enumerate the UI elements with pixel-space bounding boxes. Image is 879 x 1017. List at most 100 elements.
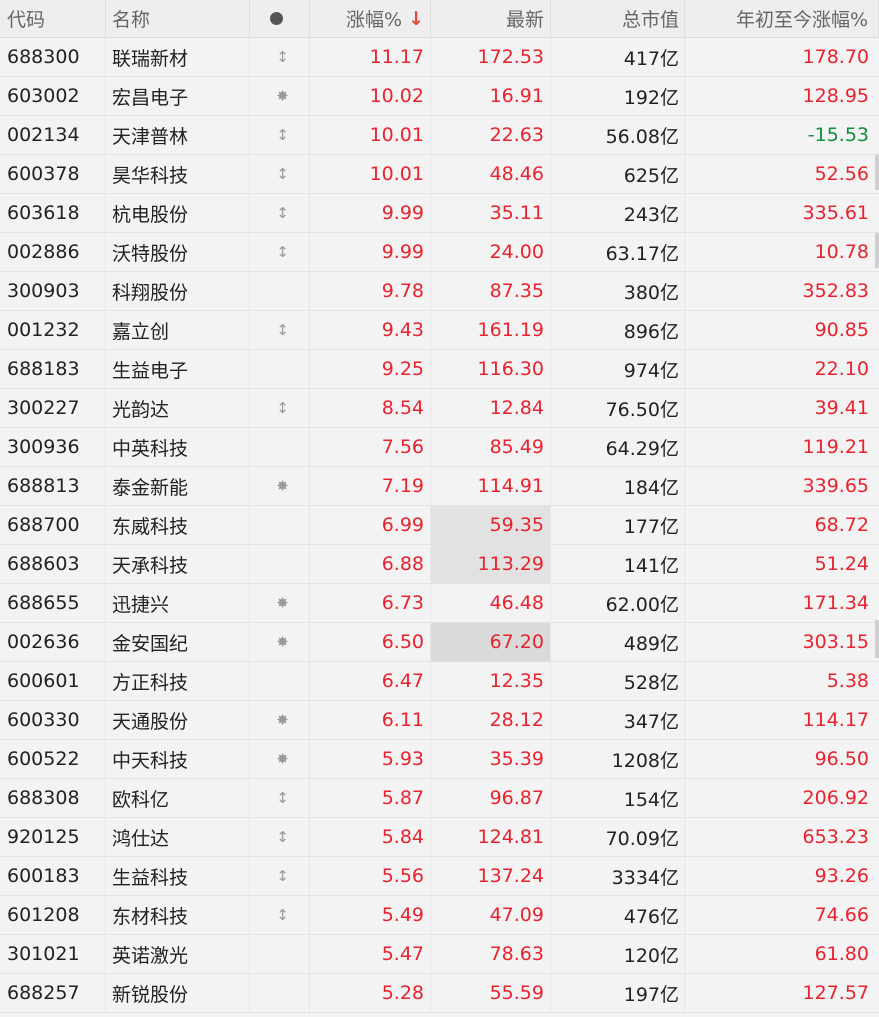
ytd-change: 68.72: [814, 514, 869, 536]
stock-mark-cell: ↕: [250, 311, 310, 349]
table-row[interactable]: 603002 宏昌电子 ✸ 10.02 16.91 192亿 128.95: [0, 77, 879, 116]
stock-name-cell: 中天科技: [106, 740, 250, 778]
change-pct-cell: 9.99: [310, 194, 431, 232]
stock-code: 603618: [7, 202, 80, 224]
stock-code: 688308: [7, 787, 80, 809]
stock-table: 代码 名称 涨幅% ↓ 最新 总市值 年初至今涨幅% 688300 联瑞新材 ↕ 11.…: [0, 0, 879, 1013]
ytd-change: 178.70: [802, 46, 869, 68]
market-cap: 197亿: [623, 983, 679, 1006]
stock-mark-cell: ✸: [250, 623, 310, 661]
table-row[interactable]: 688603 天承科技 6.88 113.29 141亿 51.24: [0, 545, 879, 584]
stock-name: 中英科技: [112, 437, 189, 460]
table-row[interactable]: 600378 昊华科技 ↕ 10.01 48.46 625亿 52.56: [0, 155, 879, 194]
table-row[interactable]: 300903 科翔股份 9.78 87.35 380亿 352.83: [0, 272, 879, 311]
change-pct-cell: 10.01: [310, 155, 431, 193]
stock-name: 中天科技: [112, 749, 189, 772]
updown-mark-icon: ↕: [276, 165, 289, 183]
ytd-change-cell: 39.41: [685, 389, 879, 427]
table-row[interactable]: 002134 天津普林 ↕ 10.01 22.63 56.08亿 -15.53: [0, 116, 879, 155]
table-row[interactable]: 688183 生益电子 9.25 116.30 974亿 22.10: [0, 350, 879, 389]
stock-name: 东威科技: [112, 515, 189, 538]
stock-code: 301021: [7, 943, 80, 965]
stock-name-cell: 生益科技: [106, 857, 250, 895]
stock-mark-cell: ✸: [250, 584, 310, 622]
market-cap: 56.08亿: [605, 125, 679, 148]
stock-code-cell: 920125: [0, 818, 106, 856]
change-pct-cell: 5.56: [310, 857, 431, 895]
column-header-status[interactable]: [250, 0, 310, 37]
updown-mark-icon: ↕: [276, 48, 289, 66]
table-row[interactable]: 688700 东威科技 6.99 59.35 177亿 68.72: [0, 506, 879, 545]
last-price-cell: 124.81: [431, 818, 551, 856]
ytd-change: 5.38: [826, 670, 869, 692]
ytd-change-cell: 303.15: [685, 623, 879, 661]
ytd-change: 335.61: [802, 202, 869, 224]
change-pct-cell: 7.56: [310, 428, 431, 466]
ytd-change-cell: 206.92: [685, 779, 879, 817]
ytd-change: 93.26: [814, 865, 869, 887]
change-pct-cell: 6.73: [310, 584, 431, 622]
table-row[interactable]: 920125 鸿仕达 ↕ 5.84 124.81 70.09亿 653.23: [0, 818, 879, 857]
column-header-code[interactable]: 代码: [0, 0, 106, 37]
last-price-cell: 12.35: [431, 662, 551, 700]
change-pct-cell: 5.87: [310, 779, 431, 817]
market-cap: 154亿: [623, 788, 679, 811]
ytd-change-cell: 90.85: [685, 311, 879, 349]
table-row[interactable]: 600522 中天科技 ✸ 5.93 35.39 1208亿 96.50: [0, 740, 879, 779]
table-row[interactable]: 688308 欧科亿 ↕ 5.87 96.87 154亿 206.92: [0, 779, 879, 818]
stock-name: 方正科技: [112, 671, 189, 694]
table-row[interactable]: 300227 光韵达 ↕ 8.54 12.84 76.50亿 39.41: [0, 389, 879, 428]
table-row[interactable]: 688813 泰金新能 ✸ 7.19 114.91 184亿 339.65: [0, 467, 879, 506]
scrollbar-marker: [875, 155, 879, 190]
table-row[interactable]: 002636 金安国纪 ✸ 6.50 67.20 489亿 303.15: [0, 623, 879, 662]
market-cap-cell: 197亿: [551, 974, 685, 1012]
stock-mark-cell: [250, 662, 310, 700]
table-row[interactable]: 688655 迅捷兴 ✸ 6.73 46.48 62.00亿 171.34: [0, 584, 879, 623]
table-row[interactable]: 001232 嘉立创 ↕ 9.43 161.19 896亿 90.85: [0, 311, 879, 350]
stock-mark-cell: ↕: [250, 896, 310, 934]
column-header-market-cap[interactable]: 总市值: [551, 0, 685, 37]
stock-code-cell: 688257: [0, 974, 106, 1012]
stock-mark-cell: ↕: [250, 233, 310, 271]
table-row[interactable]: 603618 杭电股份 ↕ 9.99 35.11 243亿 335.61: [0, 194, 879, 233]
stock-code-cell: 002636: [0, 623, 106, 661]
stock-name: 生益科技: [112, 866, 189, 889]
last-price: 96.87: [489, 787, 544, 809]
last-price-cell: 16.91: [431, 77, 551, 115]
stock-code-cell: 001232: [0, 311, 106, 349]
table-row[interactable]: 600330 天通股份 ✸ 6.11 28.12 347亿 114.17: [0, 701, 879, 740]
stock-name: 天通股份: [112, 710, 189, 733]
stock-code-cell: 300936: [0, 428, 106, 466]
ytd-change-cell: 119.21: [685, 428, 879, 466]
column-header-ytd-change[interactable]: 年初至今涨幅%: [685, 0, 879, 37]
table-row[interactable]: 600183 生益科技 ↕ 5.56 137.24 3334亿 93.26: [0, 857, 879, 896]
change-pct: 11.17: [369, 46, 424, 68]
stock-code: 300936: [7, 436, 80, 458]
change-pct: 5.87: [381, 787, 424, 809]
table-row[interactable]: 688257 新锐股份 5.28 55.59 197亿 127.57: [0, 974, 879, 1013]
stock-mark-cell: ↕: [250, 779, 310, 817]
table-row[interactable]: 301021 英诺激光 5.47 78.63 120亿 61.80: [0, 935, 879, 974]
last-price: 48.46: [489, 163, 544, 185]
column-header-change-pct[interactable]: 涨幅% ↓: [310, 0, 431, 37]
change-pct-cell: 9.78: [310, 272, 431, 310]
column-header-name[interactable]: 名称: [106, 0, 250, 37]
change-pct-cell: 10.01: [310, 116, 431, 154]
table-row[interactable]: 688300 联瑞新材 ↕ 11.17 172.53 417亿 178.70: [0, 38, 879, 77]
last-price: 116.30: [477, 358, 544, 380]
table-row[interactable]: 300936 中英科技 7.56 85.49 64.29亿 119.21: [0, 428, 879, 467]
column-header-last-price[interactable]: 最新: [431, 0, 551, 37]
column-header-last-price-label: 最新: [505, 9, 544, 31]
stock-code: 688700: [7, 514, 80, 536]
table-row[interactable]: 600601 方正科技 6.47 12.35 528亿 5.38: [0, 662, 879, 701]
asterisk-mark-icon: ✸: [276, 711, 289, 729]
stock-code: 600522: [7, 748, 80, 770]
table-row[interactable]: 601208 东材科技 ↕ 5.49 47.09 476亿 74.66: [0, 896, 879, 935]
updown-mark-icon: ↕: [276, 204, 289, 222]
market-cap: 120亿: [623, 944, 679, 967]
stock-name-cell: 嘉立创: [106, 311, 250, 349]
table-row[interactable]: 002886 沃特股份 ↕ 9.99 24.00 63.17亿 10.78: [0, 233, 879, 272]
status-dot-icon: [270, 12, 283, 25]
last-price: 85.49: [489, 436, 544, 458]
last-price-cell: 172.53: [431, 38, 551, 76]
